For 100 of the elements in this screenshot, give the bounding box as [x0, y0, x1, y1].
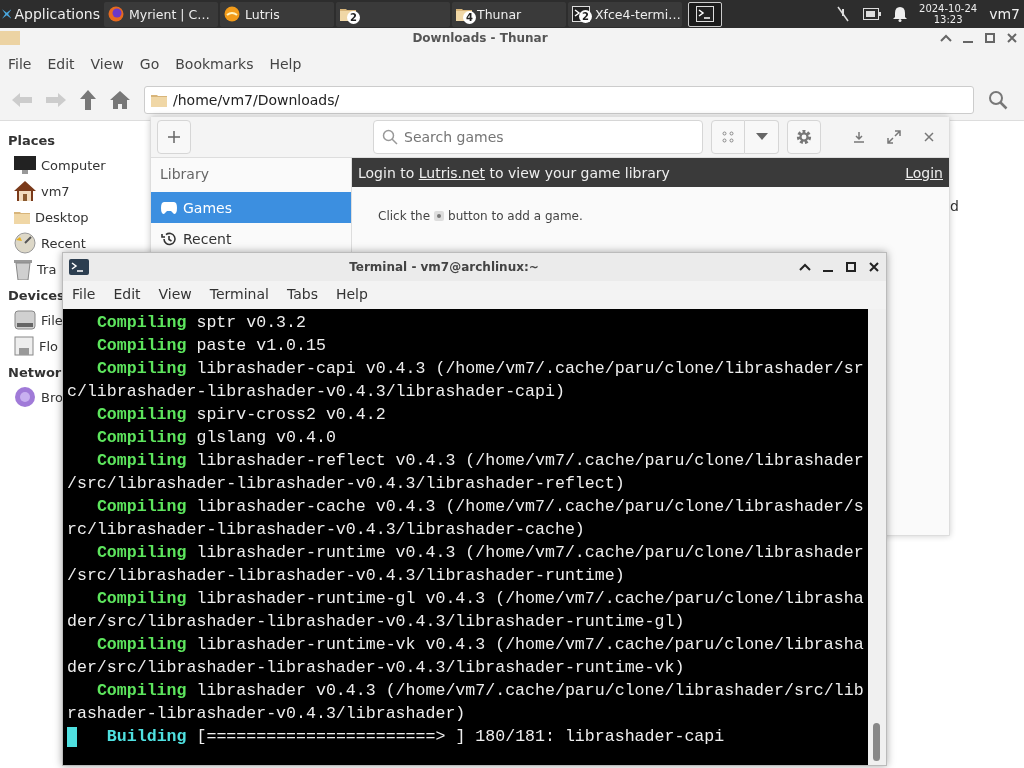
settings-button[interactable]: [787, 120, 821, 154]
terminal-line: Compiling sptr v0.3.2: [95, 312, 306, 334]
login-link[interactable]: Login: [905, 164, 943, 181]
grid-icon: [722, 131, 734, 143]
terminal-line: Compiling librashader-cache v0.4.3 (/home/vm7/.cache/paru/clone/librashader/s: [95, 496, 864, 518]
search-field[interactable]: Search games: [373, 120, 703, 154]
add-button[interactable]: [157, 120, 191, 154]
menu-item[interactable]: Go: [131, 56, 168, 72]
taskbar-button[interactable]: Myrient | C…: [104, 1, 218, 27]
folder-icon: [0, 31, 20, 45]
path-text: /home/vm7/Downloads/: [173, 92, 340, 108]
hint-text: Click the: [378, 209, 431, 223]
menu-item[interactable]: View: [149, 286, 201, 302]
terminal-line: Compiling librashader-runtime v0.4.3 (/home/vm7/.cache/paru/clone/librashader: [95, 542, 864, 564]
plus-icon: [168, 131, 180, 143]
menu-item[interactable]: File: [0, 56, 40, 72]
terminal-line: Building [=======================> ] 180/181: librashader-capi: [67, 725, 725, 748]
sidebar-item[interactable]: Bro: [0, 384, 63, 410]
menu-item[interactable]: Bookmarks: [167, 56, 262, 72]
trash-icon: [14, 258, 32, 280]
floppy-icon: [14, 336, 34, 356]
terminal-line: rashader-librashader-v0.4.3/librashader): [67, 703, 466, 725]
section-heading: Places: [8, 133, 56, 148]
terminal-cursor: [67, 727, 77, 747]
clock[interactable]: 2024-10-24 13:23: [919, 3, 978, 25]
house-icon: [14, 181, 36, 201]
battery-icon[interactable]: [863, 8, 882, 20]
terminal-line: /src/librashader-librashader-v0.4.3/librashader-runtime): [67, 565, 625, 587]
sidebar-item[interactable]: Tra: [0, 256, 57, 282]
terminal-line: Compiling librashader-capi v0.4.3 (/home/vm7/.cache/paru/clone/librashader/sr: [95, 358, 864, 380]
terminal-line: Compiling librashader-runtime-vk v0.4.3 (/home/vm7/.cache/paru/clone/librasha: [95, 634, 864, 656]
taskbar-button[interactable]: 2 Xfce4-termi…: [568, 1, 682, 27]
window-title: Downloads - Thunar: [411, 31, 549, 45]
search-icon[interactable]: [988, 90, 1008, 110]
file-name[interactable]: d: [950, 198, 959, 214]
bell-icon[interactable]: [893, 6, 908, 22]
home-icon[interactable]: [110, 91, 130, 109]
terminal-line: Compiling spirv-cross2 v0.4.2: [95, 404, 386, 426]
taskbar-button[interactable]: [688, 1, 722, 27]
sidebar-item[interactable]: vm7: [0, 178, 70, 204]
dropdown-button[interactable]: [745, 120, 779, 154]
hint-text: button to add a game.: [448, 209, 583, 223]
applications-menu[interactable]: Applications: [0, 6, 102, 22]
terminal-line: Compiling librashader v0.4.3 (/home/vm7/.cache/paru/clone/librashader/src/lib: [95, 680, 864, 702]
menu-item[interactable]: Edit: [104, 286, 150, 302]
clock-date: 2024-10-24: [919, 3, 978, 14]
mouse-logo-icon: [2, 7, 12, 21]
taskbar-button[interactable]: 2: [336, 1, 450, 27]
banner-text: Login to Lutris.net to view your game library: [358, 164, 670, 181]
sidebar-item[interactable]: Flo: [0, 333, 59, 359]
browser-icon: [108, 6, 124, 22]
history-icon: [161, 230, 177, 247]
expand-icon[interactable]: [887, 130, 902, 144]
user-name[interactable]: vm7: [989, 6, 1020, 22]
section-heading: Networ: [8, 365, 62, 380]
caret-icon: [755, 133, 768, 141]
clock-time: 13:23: [933, 14, 963, 25]
menu-item[interactable]: File: [63, 286, 105, 302]
maximize-icon[interactable]: [845, 261, 857, 273]
location-field[interactable]: /home/vm7/Downloads/: [144, 86, 974, 114]
lutris-link[interactable]: Lutris.net: [418, 164, 485, 181]
monitor-icon: [14, 156, 36, 174]
count-badge: 4: [463, 11, 476, 24]
sidebar-item[interactable]: Computer: [0, 152, 106, 178]
sidebar-item[interactable]: Recent: [0, 230, 86, 256]
terminal-line: Compiling librashader-reflect v0.4.3 (/home/vm7/.cache/paru/clone/librashader: [95, 450, 864, 472]
menu-item[interactable]: Terminal: [200, 286, 278, 302]
folder-icon: [14, 210, 30, 224]
terminal-line: der/src/librashader-librashader-v0.4.3/librashader-runtime-vk): [67, 657, 685, 679]
terminal-icon: [69, 259, 89, 275]
window-title: Terminal - vm7@archlinux:~: [348, 260, 540, 274]
sidebar-item[interactable]: File: [0, 307, 63, 333]
gamepad-icon: [161, 201, 177, 214]
menu-item[interactable]: Edit: [39, 56, 83, 72]
view-toggle-button[interactable]: [711, 120, 745, 154]
count-badge: 2: [347, 11, 360, 24]
terminal-line: der/src/librashader-librashader-v0.4.3/librashader-runtime-gl): [67, 611, 685, 633]
scrollbar-thumb[interactable]: [873, 723, 880, 761]
menu-item[interactable]: Tabs: [277, 286, 327, 302]
menu-item[interactable]: View: [82, 56, 132, 72]
sidebar-item[interactable]: Desktop: [0, 204, 89, 230]
terminal-icon: [696, 6, 714, 22]
download-icon[interactable]: [853, 131, 866, 143]
terminal-line: c/librashader-librashader-v0.4.3/librashader-capi): [67, 381, 565, 403]
taskbar-button[interactable]: 4 Thunar: [452, 1, 566, 27]
terminal-line: Compiling paste v1.0.15: [95, 335, 326, 357]
terminal-line: Compiling glslang v0.4.0: [95, 427, 336, 449]
taskbar-button[interactable]: Lutris: [220, 1, 334, 27]
small-button-icon: [434, 211, 445, 221]
drive-icon: [14, 309, 36, 331]
menu-item[interactable]: Help: [261, 56, 310, 72]
section-heading: Library: [159, 165, 210, 184]
muted-network-icon[interactable]: [835, 6, 852, 22]
sidebar-item[interactable]: Recent: [151, 223, 351, 254]
scrollbar[interactable]: [868, 309, 886, 765]
close-icon[interactable]: [868, 261, 880, 273]
section-heading: Devices: [8, 288, 65, 303]
terminal-line: Compiling librashader-runtime-gl v0.4.3 (/home/vm7/.cache/paru/clone/librasha: [95, 588, 864, 610]
terminal-line: rc/librashader-librashader-v0.4.3/librashader-cache): [67, 519, 585, 541]
menu-item[interactable]: Help: [326, 286, 377, 302]
